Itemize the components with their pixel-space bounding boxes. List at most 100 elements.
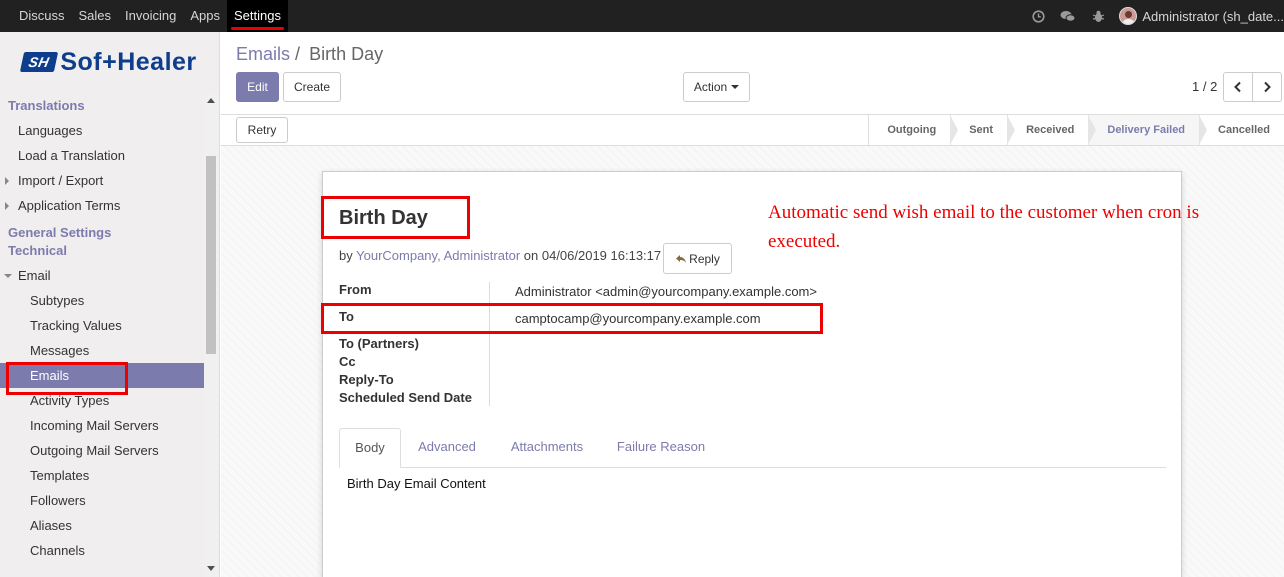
user-menu[interactable]: Administrator (sh_date... — [1119, 7, 1284, 25]
softhealer-logo-text: Sof+Healer — [60, 47, 197, 76]
stage-label: Outgoing — [887, 124, 937, 136]
sidebar-item-application-terms[interactable]: Application Terms — [0, 193, 204, 218]
sidebar-section-general-settings[interactable]: General Settings — [0, 224, 204, 242]
company-logo: SH Sof+Healer — [0, 32, 219, 92]
sidebar-item-aliases[interactable]: Aliases — [0, 513, 204, 538]
stage-label: Received — [1026, 124, 1075, 136]
menu-apps[interactable]: Apps — [183, 0, 227, 32]
action-label: Action — [693, 80, 728, 94]
sidebar-item-messages[interactable]: Messages — [0, 338, 204, 363]
tab-attachments[interactable]: Attachments — [499, 428, 595, 468]
softhealer-logo-mark: SH — [20, 52, 59, 72]
field-label-to-partners: To (Partners) — [339, 336, 419, 351]
systray: Administrator (sh_date... — [1023, 0, 1284, 32]
reply-label: Reply — [689, 251, 720, 266]
status-stages: Outgoing Sent Received Delivery Failed C… — [868, 115, 1284, 145]
chevron-left-icon — [1234, 81, 1241, 93]
menu-discuss[interactable]: Discuss — [12, 0, 72, 32]
field-label-from: From — [339, 282, 372, 297]
tab-failure-reason[interactable]: Failure Reason — [607, 428, 715, 468]
action-dropdown-button[interactable]: Action — [683, 72, 750, 102]
form-content-area: Birth Day Automatic send wish email to t… — [221, 146, 1284, 577]
caret-right-icon — [5, 202, 9, 210]
bug-icon[interactable] — [1083, 10, 1113, 23]
field-label-cc: Cc — [339, 354, 356, 369]
sidebar-item-label: Application Terms — [18, 198, 121, 213]
breadcrumb: Emails / Birth Day — [236, 44, 383, 65]
scrollbar-thumb[interactable] — [206, 156, 216, 354]
breadcrumb-emails-link[interactable]: Emails — [236, 44, 290, 64]
avatar — [1119, 7, 1138, 25]
email-body-content: Birth Day Email Content — [347, 476, 486, 491]
sidebar-item-outgoing-mail-servers[interactable]: Outgoing Mail Servers — [0, 438, 204, 463]
breadcrumb-current: Birth Day — [309, 44, 384, 64]
caret-right-icon — [5, 177, 9, 185]
edit-button[interactable]: Edit — [236, 72, 279, 102]
stage-outgoing[interactable]: Outgoing — [868, 115, 959, 145]
sidebar-item-load-translation[interactable]: Load a Translation — [0, 143, 204, 168]
sidebar-section-translations[interactable]: Translations — [0, 94, 204, 118]
sidebar-nav: Translations Languages Load a Translatio… — [0, 94, 204, 563]
stage-label: Cancelled — [1218, 124, 1270, 136]
sidebar-item-incoming-mail-servers[interactable]: Incoming Mail Servers — [0, 413, 204, 438]
sidebar-item-label: Import / Export — [18, 173, 104, 188]
notebook-tabs: Body Advanced Attachments Failure Reason — [339, 428, 1166, 468]
tab-advanced[interactable]: Advanced — [409, 428, 485, 468]
sidebar-item-import-export[interactable]: Import / Export — [0, 168, 204, 193]
tab-body[interactable]: Body — [339, 428, 401, 468]
sidebar-item-channels[interactable]: Channels — [0, 538, 204, 563]
highlight-emails-item — [6, 362, 128, 395]
sidebar-item-label: Email — [18, 268, 51, 283]
sidebar-section-technical[interactable]: Technical — [0, 242, 204, 263]
form-statusbar: Retry Outgoing Sent Received Delivery Fa… — [221, 115, 1284, 146]
clock-icon[interactable] — [1023, 9, 1053, 23]
sidebar-group-email[interactable]: Email — [0, 263, 204, 288]
reply-button[interactable]: Reply — [663, 243, 732, 274]
create-button[interactable]: Create — [283, 72, 341, 102]
menu-settings[interactable]: Settings — [227, 0, 288, 32]
sidebar-scrollbar[interactable] — [204, 94, 218, 577]
pager-next-button[interactable] — [1252, 72, 1282, 102]
field-label-scheduled-send-date: Scheduled Send Date — [339, 390, 472, 405]
sidebar-item-subtypes[interactable]: Subtypes — [0, 288, 204, 313]
field-value-from: Administrator <admin@yourcompany.example… — [515, 284, 817, 299]
menu-invoicing[interactable]: Invoicing — [118, 0, 183, 32]
menu-sales[interactable]: Sales — [72, 0, 119, 32]
chat-icon[interactable] — [1053, 10, 1083, 23]
stage-sent[interactable]: Sent — [950, 115, 1016, 145]
stage-label: Sent — [969, 124, 994, 136]
reply-icon — [676, 254, 687, 263]
annotation-text: Automatic send wish email to the custome… — [768, 202, 1200, 252]
user-name: Administrator (sh_date... — [1142, 8, 1284, 24]
highlight-to-field — [321, 303, 823, 334]
caret-down-icon — [4, 274, 12, 278]
sidebar: SH Sof+Healer Translations Languages Loa… — [0, 32, 220, 577]
control-panel: Emails / Birth Day Edit Create Action 1 … — [221, 32, 1284, 115]
sent-date: on 04/06/2019 16:13:17 — [523, 248, 662, 263]
sidebar-item-tracking-values[interactable]: Tracking Values — [0, 313, 204, 338]
by-prefix: by — [339, 248, 353, 263]
highlight-title — [321, 196, 470, 239]
chevron-right-icon — [1264, 81, 1271, 93]
email-byline: by YourCompany, Administrator on 04/06/2… — [339, 248, 661, 263]
form-sheet: Birth Day Automatic send wish email to t… — [321, 171, 1199, 577]
fields-divider — [489, 282, 490, 406]
stage-cancelled[interactable]: Cancelled — [1199, 115, 1284, 145]
sidebar-item-languages[interactable]: Languages — [0, 118, 204, 143]
top-navbar: Discuss Sales Invoicing Apps Settings Ad… — [0, 0, 1284, 32]
scroll-down-icon[interactable] — [207, 566, 215, 571]
retry-button[interactable]: Retry — [236, 117, 288, 143]
sidebar-item-followers[interactable]: Followers — [0, 488, 204, 513]
caret-down-icon — [731, 85, 740, 89]
stage-label: Delivery Failed — [1107, 124, 1186, 136]
pager-previous-button[interactable] — [1223, 72, 1253, 102]
pager-value[interactable]: 1 / 2 — [1192, 79, 1217, 94]
app-menu: Discuss Sales Invoicing Apps Settings — [0, 0, 288, 32]
field-label-reply-to: Reply-To — [339, 372, 394, 387]
sidebar-item-templates[interactable]: Templates — [0, 463, 204, 488]
scroll-up-icon[interactable] — [207, 98, 215, 103]
stage-received[interactable]: Received — [1007, 115, 1097, 145]
breadcrumb-separator: / — [295, 44, 301, 64]
author-link[interactable]: YourCompany, Administrator — [356, 248, 520, 263]
stage-delivery-failed[interactable]: Delivery Failed — [1088, 115, 1208, 145]
